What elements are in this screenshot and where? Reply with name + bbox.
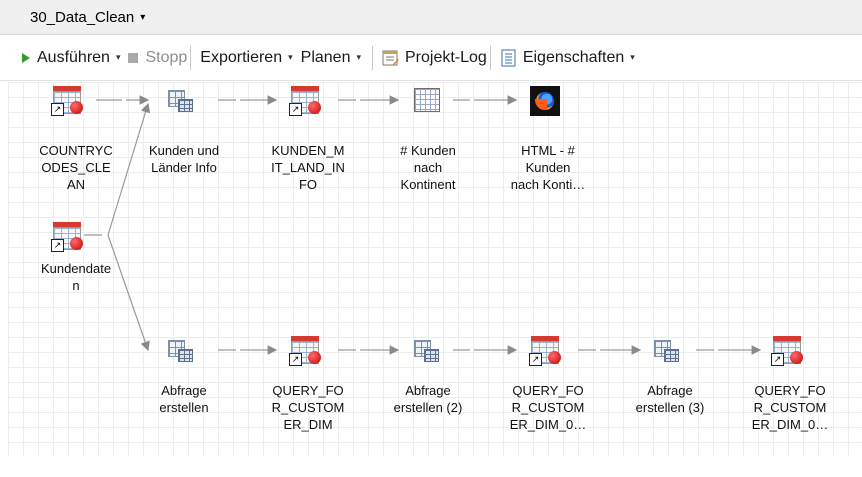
status-dot-icon [308, 101, 321, 114]
stop-button[interactable]: Stopp [128, 43, 187, 73]
status-dot-icon [70, 101, 83, 114]
node-label: QUERY_FO R_CUSTOM ER_DIM_0… [751, 383, 829, 432]
firefox-html-icon [530, 86, 560, 116]
export-dropdown-icon[interactable]: ▾ [288, 52, 293, 63]
process-flow-canvas[interactable]: ↗ COUNTRYC ODES_CLE AN Kunden und Länder In… [8, 82, 862, 456]
shortcut-arrow-icon: ↗ [51, 103, 64, 116]
node-label: QUERY_FO R_CUSTOM ER_DIM [271, 383, 345, 432]
dataset-icon: ↗ [289, 86, 321, 116]
node-label: Abfrage erstellen (2) [393, 383, 463, 415]
export-label: Exportieren [200, 48, 283, 66]
shortcut-arrow-icon: ↗ [51, 239, 64, 252]
schedule-button[interactable]: Planen ▾ [301, 43, 369, 73]
toolbar-separator [372, 45, 373, 70]
stop-icon [128, 52, 139, 63]
run-dropdown-icon[interactable]: ▾ [116, 52, 121, 63]
dataset-icon: ↗ [51, 222, 83, 252]
toolbar-separator [190, 45, 192, 70]
schedule-label: Planen [300, 48, 351, 66]
properties-button[interactable]: Eigenschaften ▾ [500, 43, 643, 73]
node-label: Abfrage erstellen (3) [635, 383, 705, 415]
canvas-bottom-margin [0, 456, 862, 477]
summary-table-icon [414, 88, 440, 112]
chevron-down-icon[interactable]: ▾ [140, 12, 145, 23]
dataset-icon: ↗ [289, 336, 321, 366]
shortcut-arrow-icon: ↗ [289, 103, 302, 116]
tab-title: 30_Data_Clean [30, 8, 135, 26]
project-log-label: Projekt-Log [405, 48, 487, 66]
node-label: Abfrage erstellen [159, 383, 209, 415]
tab-30-data-clean[interactable]: 30_Data_Clean ▾ [0, 0, 862, 34]
status-dot-icon [548, 351, 561, 364]
node-label: COUNTRYC ODES_CLE AN [39, 143, 113, 192]
run-label: Ausführen [37, 48, 110, 66]
query-icon [654, 340, 680, 362]
export-button[interactable]: Exportieren ▾ [200, 43, 300, 73]
node-label: QUERY_FO R_CUSTOM ER_DIM_0… [509, 383, 587, 432]
status-dot-icon [308, 351, 321, 364]
editor-tab-bar: 30_Data_Clean ▾ [0, 0, 862, 35]
node-label: KUNDEN_M IT_LAND_IN FO [271, 143, 345, 192]
toolbar-separator [489, 45, 491, 70]
shortcut-arrow-icon: ↗ [529, 353, 542, 366]
status-dot-icon [70, 237, 83, 250]
run-button[interactable]: Ausführen ▾ [22, 43, 128, 73]
properties-label: Eigenschaften [522, 48, 625, 66]
project-log-button[interactable]: Projekt-Log [382, 43, 487, 73]
schedule-dropdown-icon[interactable]: ▾ [356, 52, 361, 63]
status-dot-icon [790, 351, 803, 364]
process-flow-toolbar: Ausführen ▾ Stopp Exportieren ▾ Planen ▾… [0, 35, 862, 81]
node-label: HTML - # Kunden nach Konti… [510, 143, 586, 192]
dataset-icon: ↗ [529, 336, 561, 366]
play-icon [22, 52, 30, 63]
query-icon [168, 90, 194, 112]
query-icon [414, 340, 440, 362]
properties-dropdown-icon[interactable]: ▾ [630, 52, 635, 63]
shortcut-arrow-icon: ↗ [289, 353, 302, 366]
properties-icon [500, 49, 518, 67]
node-label: Kunden und Länder Info [148, 143, 220, 175]
shortcut-arrow-icon: ↗ [771, 353, 784, 366]
node-label: # Kunden nach Kontinent [400, 143, 456, 192]
node-label: Kundendate n [40, 261, 112, 293]
query-icon [168, 340, 194, 362]
project-log-icon [382, 49, 400, 67]
dataset-icon: ↗ [771, 336, 803, 366]
stop-label: Stopp [145, 48, 188, 66]
dataset-icon: ↗ [51, 86, 83, 116]
